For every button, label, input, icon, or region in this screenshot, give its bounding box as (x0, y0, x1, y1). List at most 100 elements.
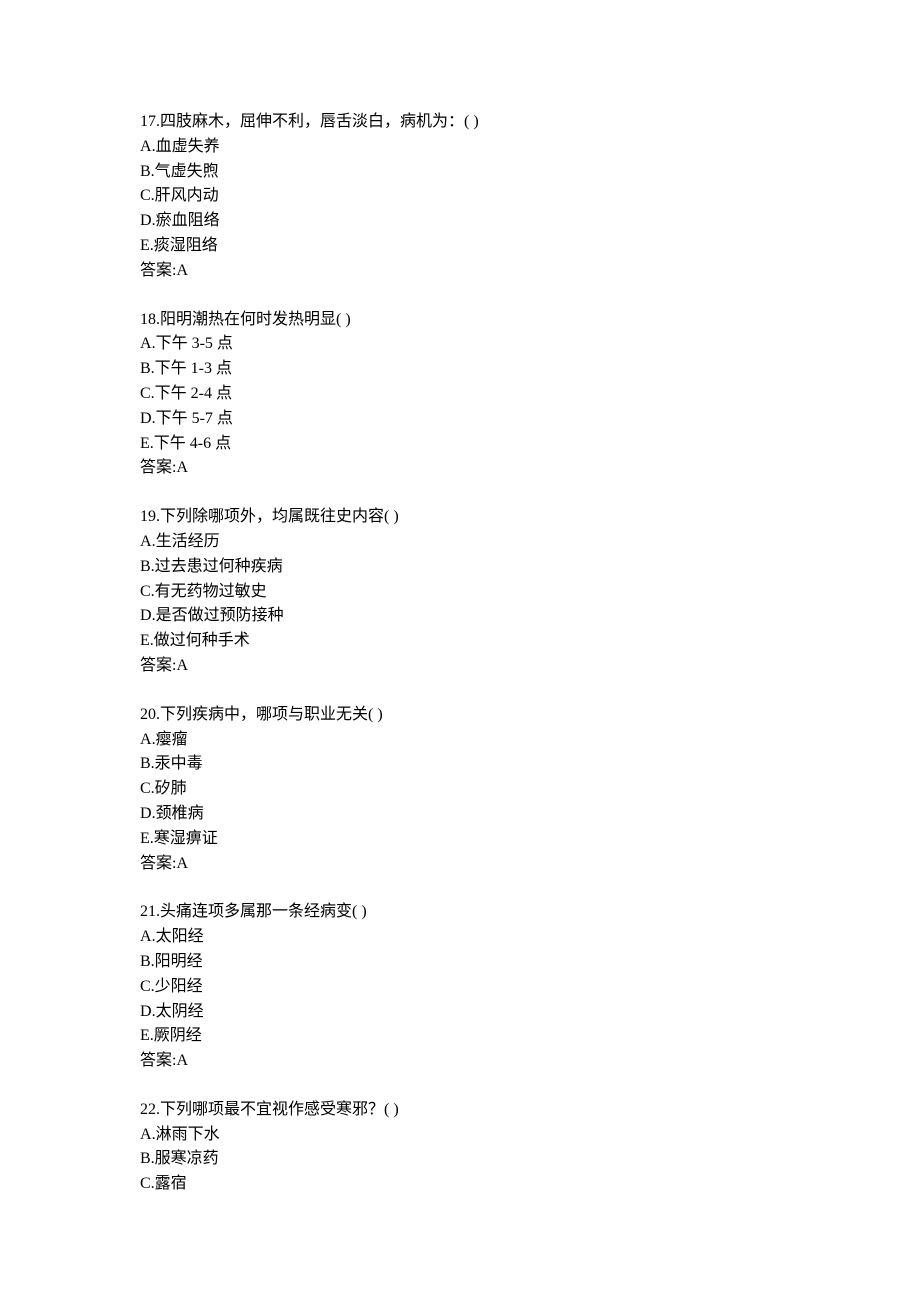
option-line: B.服寒凉药 (140, 1147, 780, 1172)
question-stem-text: 阳明潮热在何时发热明显( ) (160, 311, 351, 328)
option-line: E.寒湿痹证 (140, 827, 780, 852)
option-label: B (140, 1150, 151, 1167)
question-stem: 17.四肢麻木，屈伸不利，唇舌淡白，病机为：( ) (140, 110, 780, 135)
answer-value: A (176, 262, 188, 279)
answer-value: A (176, 657, 188, 674)
option-line: D.下午 5-7 点 (140, 407, 780, 432)
option-label: E (140, 632, 150, 649)
option-line: B.下午 1-3 点 (140, 357, 780, 382)
option-text: 厥阴经 (154, 1027, 202, 1044)
option-label: B (140, 360, 151, 377)
option-label: D (140, 607, 152, 624)
option-text: 血虚失养 (156, 138, 220, 155)
answer-label: 答案: (140, 1052, 176, 1069)
option-text: 肝风内动 (155, 187, 219, 204)
option-line: B.过去患过何种疾病 (140, 555, 780, 580)
option-label: D (140, 1003, 152, 1020)
option-line: D.是否做过预防接种 (140, 604, 780, 629)
question-block: 19.下列除哪项外，均属既往史内容( )A.生活经历B.过去患过何种疾病C.有无… (140, 505, 780, 679)
answer-line: 答案:A (140, 654, 780, 679)
option-label: D (140, 805, 152, 822)
answer-value: A (176, 1052, 188, 1069)
option-line: A.太阳经 (140, 925, 780, 950)
question-stem-text: 下列疾病中，哪项与职业无关( ) (160, 706, 383, 723)
question-stem-text: 下列除哪项外，均属既往史内容( ) (160, 508, 399, 525)
option-text: 瘀血阻络 (156, 212, 220, 229)
option-line: C.下午 2-4 点 (140, 382, 780, 407)
option-line: A.血虚失养 (140, 135, 780, 160)
option-line: A.淋雨下水 (140, 1123, 780, 1148)
question-stem: 18.阳明潮热在何时发热明显( ) (140, 308, 780, 333)
answer-value: A (176, 459, 188, 476)
option-line: C.有无药物过敏史 (140, 580, 780, 605)
option-line: D.瘀血阻络 (140, 209, 780, 234)
option-text: 汞中毒 (155, 755, 203, 772)
option-line: C.矽肺 (140, 777, 780, 802)
option-text: 阳明经 (155, 953, 203, 970)
answer-line: 答案:A (140, 1049, 780, 1074)
question-block: 18.阳明潮热在何时发热明显( )A.下午 3-5 点B.下午 1-3 点C.下… (140, 308, 780, 482)
option-text: 下午 2-4 点 (155, 385, 232, 402)
answer-label: 答案: (140, 262, 176, 279)
option-line: A.下午 3-5 点 (140, 332, 780, 357)
option-label: C (140, 187, 151, 204)
option-label: B (140, 755, 151, 772)
question-number: 21 (140, 903, 156, 920)
option-line: D.颈椎病 (140, 802, 780, 827)
option-text: 少阳经 (155, 978, 203, 995)
answer-value: A (176, 855, 188, 872)
option-line: A.生活经历 (140, 530, 780, 555)
option-text: 下午 3-5 点 (156, 335, 233, 352)
question-stem: 19.下列除哪项外，均属既往史内容( ) (140, 505, 780, 530)
answer-label: 答案: (140, 459, 176, 476)
answer-label: 答案: (140, 657, 176, 674)
option-label: C (140, 1175, 151, 1192)
option-text: 生活经历 (156, 533, 220, 550)
option-label: E (140, 435, 150, 452)
question-stem-text: 下列哪项最不宜视作感受寒邪？( ) (160, 1101, 399, 1118)
question-block: 22.下列哪项最不宜视作感受寒邪？( )A.淋雨下水B.服寒凉药C.露宿 (140, 1098, 780, 1197)
document-page: 17.四肢麻木，屈伸不利，唇舌淡白，病机为：( )A.血虚失养B.气虚失煦C.肝… (0, 0, 920, 1302)
option-line: C.少阳经 (140, 975, 780, 1000)
option-label: C (140, 780, 151, 797)
question-stem: 20.下列疾病中，哪项与职业无关( ) (140, 703, 780, 728)
question-number: 17 (140, 113, 156, 130)
option-label: A (140, 335, 152, 352)
option-line: C.露宿 (140, 1172, 780, 1197)
option-text: 露宿 (155, 1175, 187, 1192)
option-text: 太阴经 (156, 1003, 204, 1020)
question-block: 20.下列疾病中，哪项与职业无关( )A.瘿瘤B.汞中毒C.矽肺D.颈椎病E.寒… (140, 703, 780, 877)
question-number: 22 (140, 1101, 156, 1118)
option-text: 有无药物过敏史 (155, 583, 267, 600)
option-text: 太阳经 (156, 928, 204, 945)
option-text: 下午 4-6 点 (154, 435, 231, 452)
option-label: E (140, 1027, 150, 1044)
option-text: 下午 5-7 点 (156, 410, 233, 427)
option-line: E.做过何种手术 (140, 629, 780, 654)
question-number: 18 (140, 311, 156, 328)
option-line: B.汞中毒 (140, 752, 780, 777)
option-label: B (140, 163, 151, 180)
option-line: C.肝风内动 (140, 184, 780, 209)
question-block: 21.头痛连项多属那一条经病变( )A.太阳经B.阳明经C.少阳经D.太阴经E.… (140, 900, 780, 1074)
option-line: B.气虚失煦 (140, 160, 780, 185)
option-line: A.瘿瘤 (140, 728, 780, 753)
question-stem-text: 四肢麻木，屈伸不利，唇舌淡白，病机为：( ) (160, 113, 479, 130)
option-text: 下午 1-3 点 (155, 360, 232, 377)
question-block: 17.四肢麻木，屈伸不利，唇舌淡白，病机为：( )A.血虚失养B.气虚失煦C.肝… (140, 110, 780, 284)
option-line: D.太阴经 (140, 1000, 780, 1025)
option-label: A (140, 138, 152, 155)
option-label: A (140, 533, 152, 550)
option-text: 寒湿痹证 (154, 830, 218, 847)
option-text: 气虚失煦 (155, 163, 219, 180)
option-text: 是否做过预防接种 (156, 607, 284, 624)
option-label: E (140, 237, 150, 254)
question-number: 19 (140, 508, 156, 525)
question-number: 20 (140, 706, 156, 723)
question-stem: 22.下列哪项最不宜视作感受寒邪？( ) (140, 1098, 780, 1123)
option-label: E (140, 830, 150, 847)
option-text: 颈椎病 (156, 805, 204, 822)
option-text: 过去患过何种疾病 (155, 558, 283, 575)
option-text: 瘿瘤 (156, 731, 188, 748)
option-label: A (140, 731, 152, 748)
